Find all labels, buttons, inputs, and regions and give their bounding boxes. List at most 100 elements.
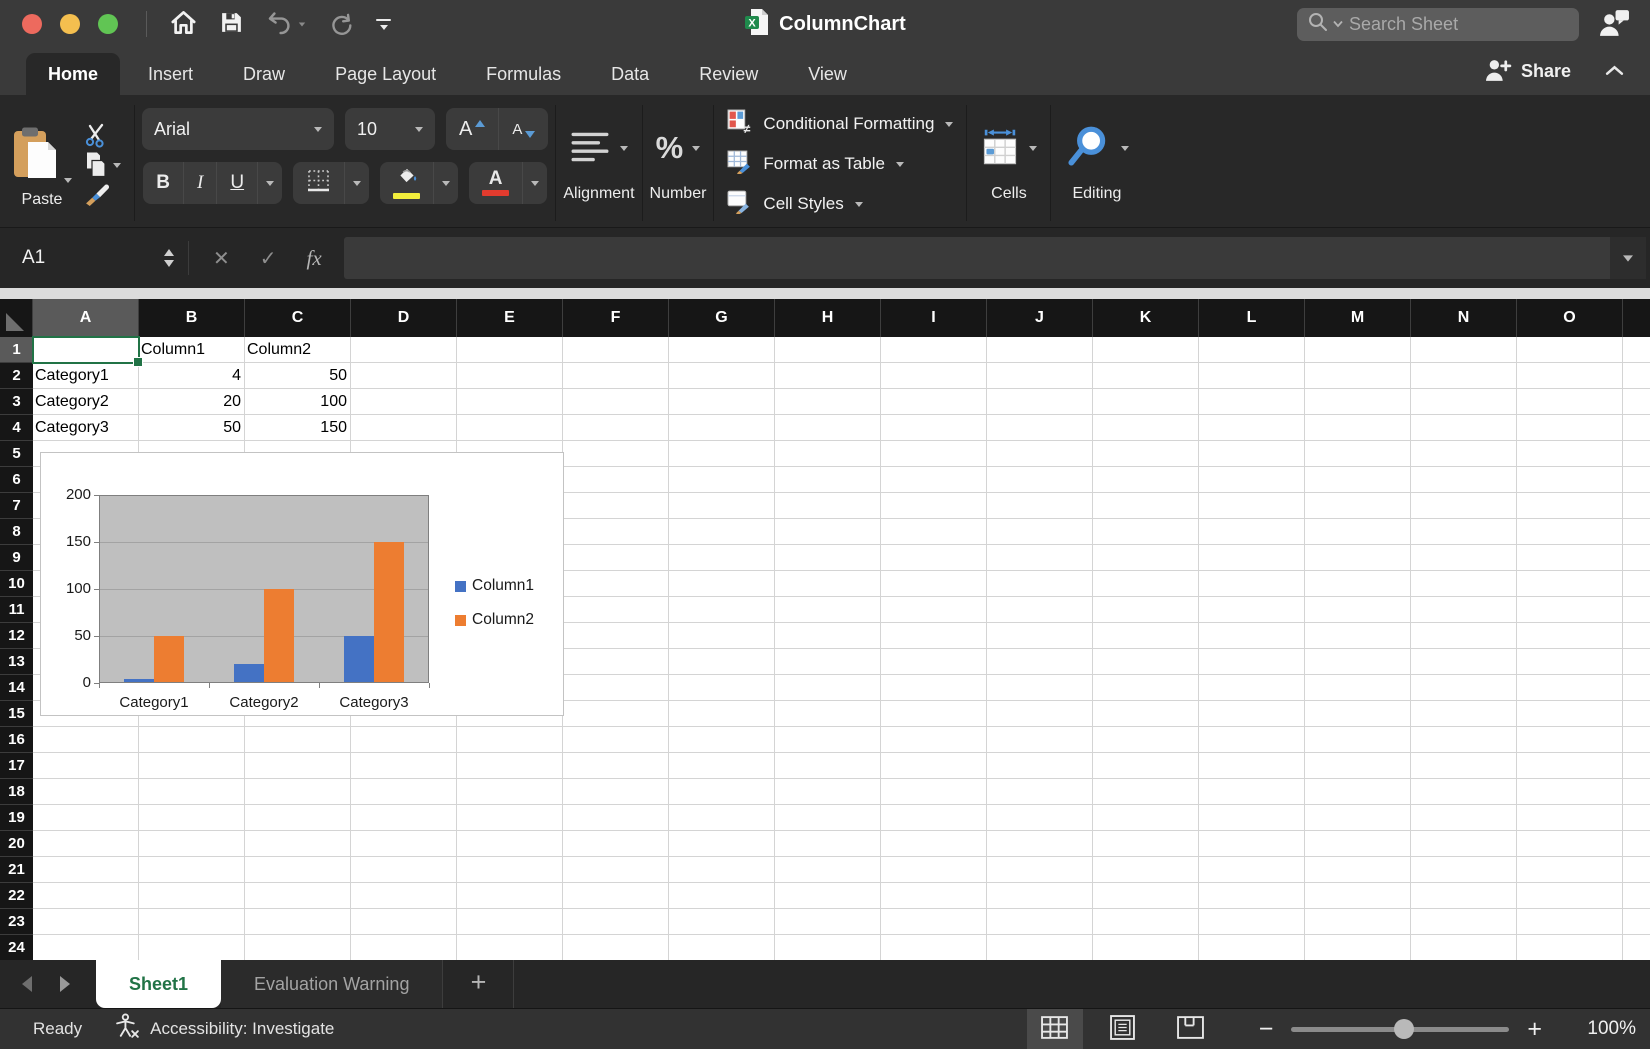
cell-o11[interactable] bbox=[1517, 597, 1623, 623]
cell-i13[interactable] bbox=[881, 649, 987, 675]
cell-m23[interactable] bbox=[1305, 909, 1411, 935]
cell-o8[interactable] bbox=[1517, 519, 1623, 545]
select-all-corner[interactable] bbox=[0, 299, 33, 337]
cell-n6[interactable] bbox=[1411, 467, 1517, 493]
paste-dropdown-icon[interactable] bbox=[64, 178, 72, 183]
cell-a2[interactable]: Category1 bbox=[33, 363, 139, 389]
cell-j16[interactable] bbox=[987, 727, 1093, 753]
cell-m14[interactable] bbox=[1305, 675, 1411, 701]
previous-sheet-icon[interactable] bbox=[22, 976, 32, 992]
font-size-select[interactable]: 10 bbox=[345, 108, 435, 150]
zoom-out-button[interactable]: − bbox=[1259, 1017, 1274, 1042]
cell-n3[interactable] bbox=[1411, 389, 1517, 415]
cell-j10[interactable] bbox=[987, 571, 1093, 597]
cell-b22[interactable] bbox=[139, 883, 245, 909]
cell-l14[interactable] bbox=[1199, 675, 1305, 701]
row-header-15[interactable]: 15 bbox=[0, 701, 33, 727]
cell-h8[interactable] bbox=[775, 519, 881, 545]
cell-k19[interactable] bbox=[1093, 805, 1199, 831]
cell-e23[interactable] bbox=[457, 909, 563, 935]
cell-n15[interactable] bbox=[1411, 701, 1517, 727]
increase-font-size-button[interactable]: A bbox=[446, 108, 499, 150]
cell-g19[interactable] bbox=[669, 805, 775, 831]
cell-c1[interactable]: Column2 bbox=[245, 337, 351, 363]
row-header-24[interactable]: 24 bbox=[0, 935, 33, 960]
cell-f14[interactable] bbox=[563, 675, 669, 701]
normal-view-button[interactable] bbox=[1027, 1009, 1083, 1049]
sheet-tab-sheet1[interactable]: Sheet1 bbox=[96, 960, 221, 1008]
cell-n12[interactable] bbox=[1411, 623, 1517, 649]
next-sheet-icon[interactable] bbox=[60, 976, 70, 992]
cell-o3[interactable] bbox=[1517, 389, 1623, 415]
cell-e20[interactable] bbox=[457, 831, 563, 857]
cell-n23[interactable] bbox=[1411, 909, 1517, 935]
cell-l6[interactable] bbox=[1199, 467, 1305, 493]
cell-l12[interactable] bbox=[1199, 623, 1305, 649]
cell-j11[interactable] bbox=[987, 597, 1093, 623]
row-header-8[interactable]: 8 bbox=[0, 519, 33, 545]
cell-f21[interactable] bbox=[563, 857, 669, 883]
cell-g4[interactable] bbox=[669, 415, 775, 441]
cell-o1[interactable] bbox=[1517, 337, 1623, 363]
column-header-h[interactable]: H bbox=[775, 299, 881, 337]
cell-l1[interactable] bbox=[1199, 337, 1305, 363]
cell-k16[interactable] bbox=[1093, 727, 1199, 753]
contacts-button[interactable] bbox=[1599, 9, 1630, 39]
cell-e16[interactable] bbox=[457, 727, 563, 753]
cell-h12[interactable] bbox=[775, 623, 881, 649]
cell-m3[interactable] bbox=[1305, 389, 1411, 415]
cell-g18[interactable] bbox=[669, 779, 775, 805]
cell-b3[interactable]: 20 bbox=[139, 389, 245, 415]
cell-l3[interactable] bbox=[1199, 389, 1305, 415]
cell-d20[interactable] bbox=[351, 831, 457, 857]
cell-f24[interactable] bbox=[563, 935, 669, 960]
cell-h14[interactable] bbox=[775, 675, 881, 701]
cell-f3[interactable] bbox=[563, 389, 669, 415]
cell-e19[interactable] bbox=[457, 805, 563, 831]
column-header-o[interactable]: O bbox=[1517, 299, 1623, 337]
cell-a3[interactable]: Category2 bbox=[33, 389, 139, 415]
cell-g2[interactable] bbox=[669, 363, 775, 389]
cell-d1[interactable] bbox=[351, 337, 457, 363]
column-header-e[interactable]: E bbox=[457, 299, 563, 337]
cell-i7[interactable] bbox=[881, 493, 987, 519]
cell-f12[interactable] bbox=[563, 623, 669, 649]
cell-l11[interactable] bbox=[1199, 597, 1305, 623]
cell-f6[interactable] bbox=[563, 467, 669, 493]
cell-j17[interactable] bbox=[987, 753, 1093, 779]
cell-m24[interactable] bbox=[1305, 935, 1411, 960]
cell-a4[interactable]: Category3 bbox=[33, 415, 139, 441]
tab-review[interactable]: Review bbox=[677, 53, 780, 95]
cell-c18[interactable] bbox=[245, 779, 351, 805]
cell-j6[interactable] bbox=[987, 467, 1093, 493]
row-header-23[interactable]: 23 bbox=[0, 909, 33, 935]
editing-button[interactable] bbox=[1058, 117, 1135, 179]
cell-l16[interactable] bbox=[1199, 727, 1305, 753]
row-header-14[interactable]: 14 bbox=[0, 675, 33, 701]
cell-h21[interactable] bbox=[775, 857, 881, 883]
cell-l17[interactable] bbox=[1199, 753, 1305, 779]
cell-o20[interactable] bbox=[1517, 831, 1623, 857]
cell-c17[interactable] bbox=[245, 753, 351, 779]
cell-k15[interactable] bbox=[1093, 701, 1199, 727]
cell-f11[interactable] bbox=[563, 597, 669, 623]
cell-c2[interactable]: 50 bbox=[245, 363, 351, 389]
cell-l21[interactable] bbox=[1199, 857, 1305, 883]
cell-c19[interactable] bbox=[245, 805, 351, 831]
cell-o7[interactable] bbox=[1517, 493, 1623, 519]
cell-i24[interactable] bbox=[881, 935, 987, 960]
cell-h18[interactable] bbox=[775, 779, 881, 805]
cell-b20[interactable] bbox=[139, 831, 245, 857]
cell-g23[interactable] bbox=[669, 909, 775, 935]
cell-c16[interactable] bbox=[245, 727, 351, 753]
cell-g7[interactable] bbox=[669, 493, 775, 519]
accessibility-status[interactable]: Accessibility: Investigate bbox=[114, 1013, 334, 1045]
cell-o24[interactable] bbox=[1517, 935, 1623, 960]
cell-i14[interactable] bbox=[881, 675, 987, 701]
italic-button[interactable]: I bbox=[184, 162, 217, 204]
cell-n8[interactable] bbox=[1411, 519, 1517, 545]
cell-m9[interactable] bbox=[1305, 545, 1411, 571]
cell-g13[interactable] bbox=[669, 649, 775, 675]
cell-j18[interactable] bbox=[987, 779, 1093, 805]
cell-l4[interactable] bbox=[1199, 415, 1305, 441]
